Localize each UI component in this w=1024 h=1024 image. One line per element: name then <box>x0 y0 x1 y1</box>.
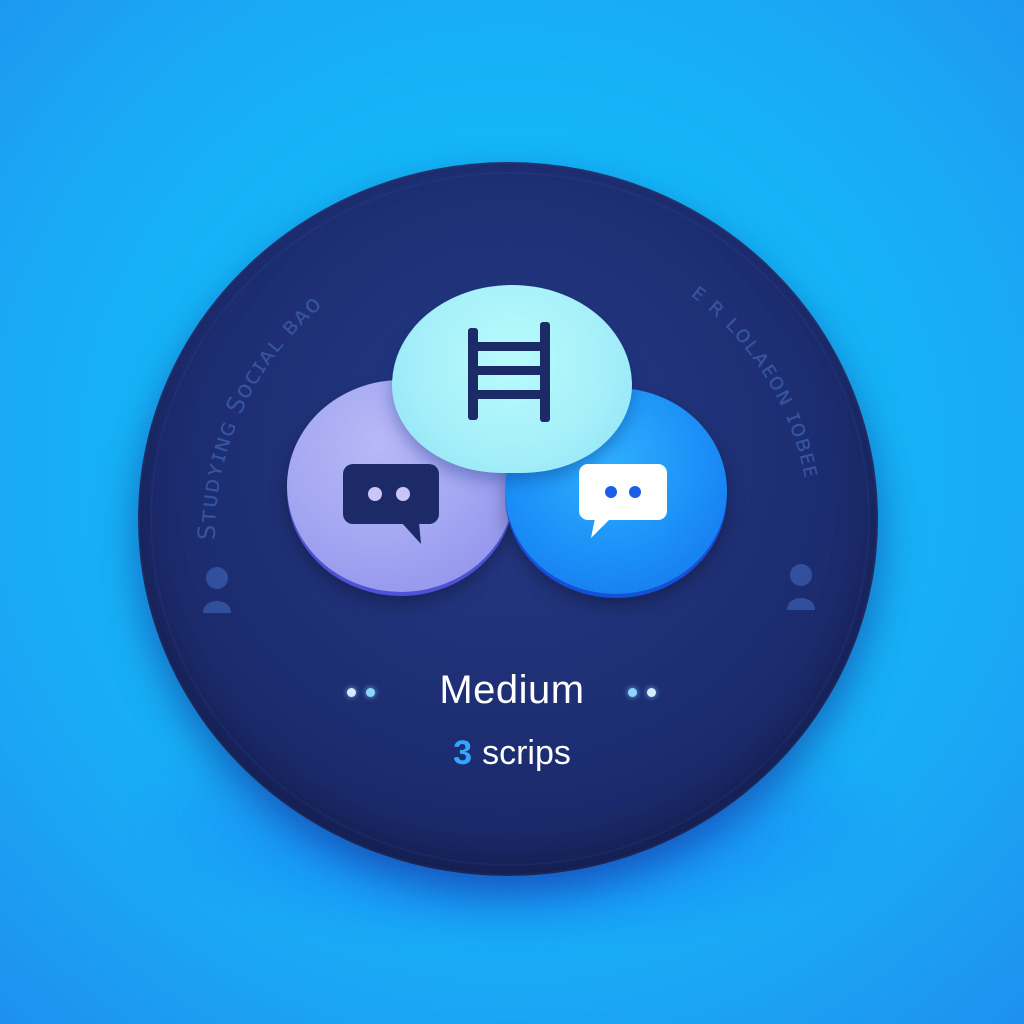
level-label: Medium <box>439 668 585 712</box>
chat-bubble-icon <box>579 464 667 538</box>
right-dots <box>628 688 656 697</box>
script-count: 3 scrips <box>404 734 620 773</box>
chat-bubble-icon <box>343 464 439 544</box>
script-count-number: 3 <box>453 734 473 772</box>
person-icon <box>787 564 815 610</box>
dot <box>347 688 356 697</box>
person-icon <box>203 567 231 613</box>
left-dots <box>347 688 375 697</box>
dot <box>647 688 656 697</box>
script-count-unit: scrips <box>482 734 571 772</box>
ladder-icon <box>468 322 550 422</box>
dot <box>366 688 375 697</box>
dot <box>628 688 637 697</box>
